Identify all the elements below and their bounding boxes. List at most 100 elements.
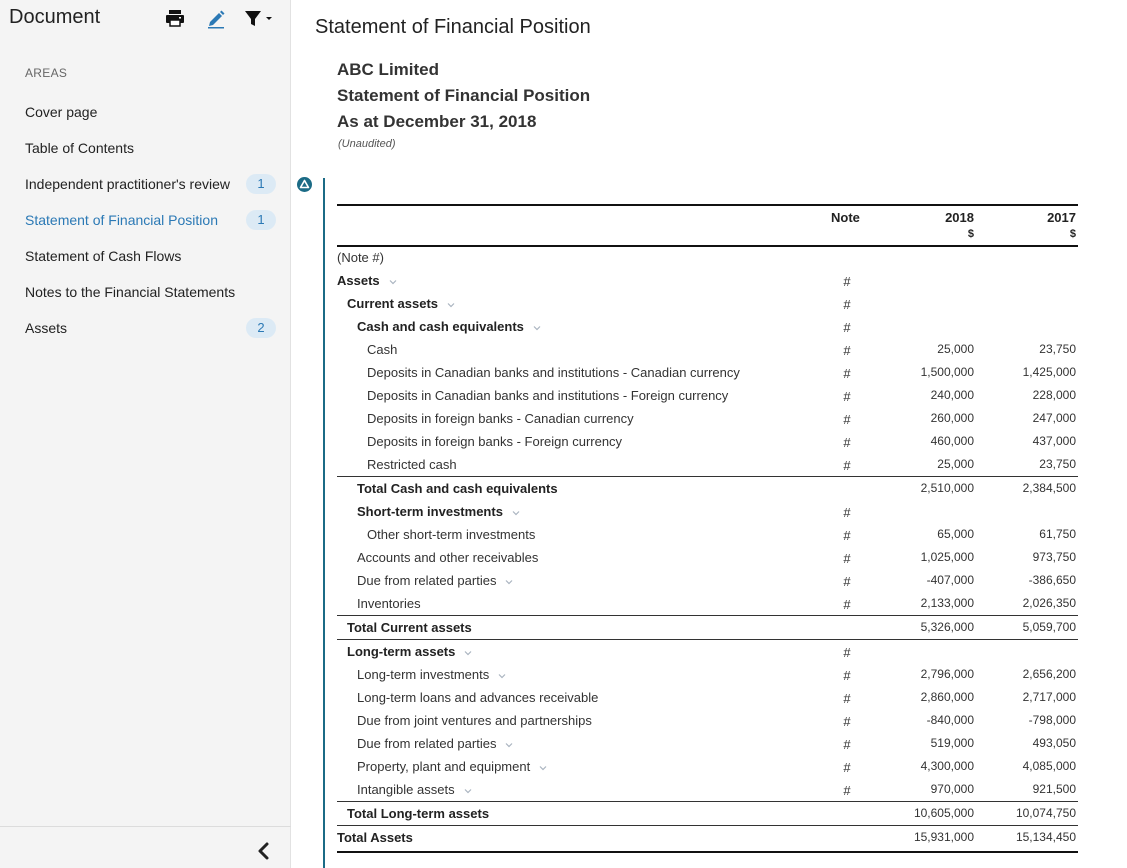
- app-window: Document AREAS Cover page Table of Conte…: [0, 0, 1127, 868]
- chevron-down-icon[interactable]: [497, 671, 507, 681]
- row-label-text: Cash: [367, 342, 398, 357]
- table-row[interactable]: Assets #: [337, 269, 1078, 292]
- row-label-text: Deposits in foreign banks - Canadian cur…: [367, 411, 634, 426]
- table-row[interactable]: Deposits in Canadian banks and instituti…: [337, 361, 1078, 384]
- table-row[interactable]: Current assets #: [337, 292, 1078, 315]
- table-row[interactable]: Total Assets 15,931,000 15,134,450: [337, 825, 1078, 848]
- table-row[interactable]: Long-term assets #: [337, 639, 1078, 662]
- table-row[interactable]: Total Current assets 5,326,000 5,059,700: [337, 615, 1078, 638]
- row-value-2017: 1,425,000: [1022, 365, 1076, 379]
- row-label: Accounts and other receivables: [357, 546, 538, 569]
- row-label-text: Total Cash and cash equivalents: [357, 481, 558, 496]
- table-row[interactable]: Property, plant and equipment #4,300,000 4…: [337, 755, 1078, 778]
- row-label-text: Restricted cash: [367, 457, 457, 472]
- row-label: Deposits in Canadian banks and instituti…: [367, 361, 740, 384]
- row-value-2018: 2,133,000: [920, 596, 974, 610]
- row-label: Current assets: [347, 292, 456, 315]
- table-row[interactable]: Long-term investments #2,796,000 2,656,200: [337, 663, 1078, 686]
- chevron-down-icon[interactable]: [504, 577, 514, 587]
- row-value-2017: -386,650: [1028, 573, 1076, 587]
- row-note: #: [843, 760, 851, 775]
- row-label-text: (Note #): [337, 250, 384, 265]
- table-row[interactable]: Cash and cash equivalents #: [337, 315, 1078, 338]
- row-note: #: [843, 320, 851, 335]
- table-row[interactable]: Restricted cash #25,000 23,750: [337, 453, 1078, 476]
- table-row[interactable]: Total Cash and cash equivalents 2,510,000…: [337, 476, 1078, 499]
- row-note: #: [843, 737, 851, 752]
- row-value-2017: 61,750: [1039, 527, 1076, 541]
- chevron-down-icon[interactable]: [504, 740, 514, 750]
- chevron-down-icon[interactable]: [511, 508, 521, 518]
- table-row[interactable]: Total Long-term assets 10,605,000 10,074,7…: [337, 801, 1078, 824]
- row-value-2017: 15,134,450: [1015, 830, 1076, 844]
- chevron-down-icon[interactable]: [538, 763, 548, 773]
- row-label: Deposits in Canadian banks and instituti…: [367, 384, 728, 407]
- row-value-2017: 4,085,000: [1022, 759, 1076, 773]
- row-value-2017: 2,026,350: [1022, 596, 1076, 610]
- table-row[interactable]: Short-term investments #: [337, 500, 1078, 523]
- table-row[interactable]: Inventories #2,133,000 2,026,350: [337, 592, 1078, 615]
- row-value-2017: 23,750: [1039, 342, 1076, 356]
- table-row[interactable]: Deposits in foreign banks - Foreign curr…: [337, 430, 1078, 453]
- table-row[interactable]: Due from related parties # -407,000 -386,65…: [337, 569, 1078, 592]
- chevron-down-icon[interactable]: [446, 300, 456, 310]
- row-value-2018: 2,860,000: [920, 690, 974, 704]
- row-value-2017: 2,656,200: [1022, 667, 1076, 681]
- row-label: Total Assets: [337, 826, 413, 849]
- row-note: #: [843, 528, 851, 543]
- table-row[interactable]: Cash #25,000 23,750: [337, 338, 1078, 361]
- table-row[interactable]: Long-term loans and advances receivable #…: [337, 686, 1078, 709]
- table-row[interactable]: Due from joint ventures and partnerships…: [337, 709, 1078, 732]
- row-note: #: [843, 458, 851, 473]
- chevron-down-icon[interactable]: [463, 648, 473, 658]
- row-value-2017: 493,050: [1032, 736, 1076, 750]
- chevron-down-icon[interactable]: [532, 323, 542, 333]
- row-label-text: Other short-term investments: [367, 527, 536, 542]
- table-row[interactable]: Deposits in Canadian banks and instituti…: [337, 384, 1078, 407]
- row-note: #: [843, 645, 851, 660]
- row-label-text: Long-term investments: [357, 667, 490, 682]
- row-label: Deposits in foreign banks - Foreign curr…: [367, 430, 622, 453]
- row-note: #: [843, 574, 851, 589]
- row-note: #: [843, 274, 851, 289]
- row-label: Due from related parties: [357, 732, 514, 755]
- row-label-text: Total Current assets: [347, 620, 472, 635]
- chevron-down-icon[interactable]: [388, 277, 398, 287]
- row-label: Total Long-term assets: [347, 802, 489, 825]
- row-label-text: Long-term loans and advances receivable: [357, 690, 599, 705]
- row-label: Assets: [337, 269, 398, 292]
- row-value-2018: 2,796,000: [920, 667, 974, 681]
- table-row[interactable]: (Note #): [337, 246, 1078, 269]
- row-note: #: [843, 389, 851, 404]
- row-note: #: [843, 435, 851, 450]
- row-label: (Note #): [337, 246, 384, 269]
- row-note: #: [843, 783, 851, 798]
- table-row[interactable]: Accounts and other receivables #1,025,000…: [337, 546, 1078, 569]
- row-value-2018: 10,605,000: [913, 806, 974, 820]
- row-note: #: [843, 412, 851, 427]
- row-value-2018: 970,000: [930, 782, 974, 796]
- row-value-2017: 228,000: [1032, 388, 1076, 402]
- table-row[interactable]: Other short-term investments #65,000 61,75…: [337, 523, 1078, 546]
- row-value-2017: 23,750: [1039, 457, 1076, 471]
- statement-table: (Note #) Assets # Current assets # Cash and c…: [0, 0, 1127, 868]
- row-value-2017: 247,000: [1032, 411, 1076, 425]
- row-label: Long-term loans and advances receivable: [357, 686, 598, 709]
- row-label: Intangible assets: [357, 778, 473, 801]
- table-row[interactable]: Deposits in foreign banks - Canadian cur…: [337, 407, 1078, 430]
- chevron-down-icon[interactable]: [463, 786, 473, 796]
- row-label: Total Current assets: [347, 616, 472, 639]
- row-label-text: Due from joint ventures and partnerships: [357, 713, 592, 728]
- row-label: Due from related parties: [357, 569, 514, 592]
- row-value-2017: -798,000: [1028, 713, 1076, 727]
- row-note: #: [843, 505, 851, 520]
- row-label-text: Short-term investments: [357, 504, 503, 519]
- row-value-2018: 460,000: [930, 434, 974, 448]
- table-row[interactable]: Due from related parties #519,000 493,050: [337, 732, 1078, 755]
- row-value-2018: 5,326,000: [920, 620, 974, 634]
- table-row[interactable]: Intangible assets #970,000 921,500: [337, 778, 1078, 801]
- row-value-2018: 2,510,000: [920, 481, 974, 495]
- row-value-2018: 1,025,000: [920, 550, 974, 564]
- row-label: Restricted cash: [367, 453, 457, 476]
- row-label-text: Due from related parties: [357, 736, 497, 751]
